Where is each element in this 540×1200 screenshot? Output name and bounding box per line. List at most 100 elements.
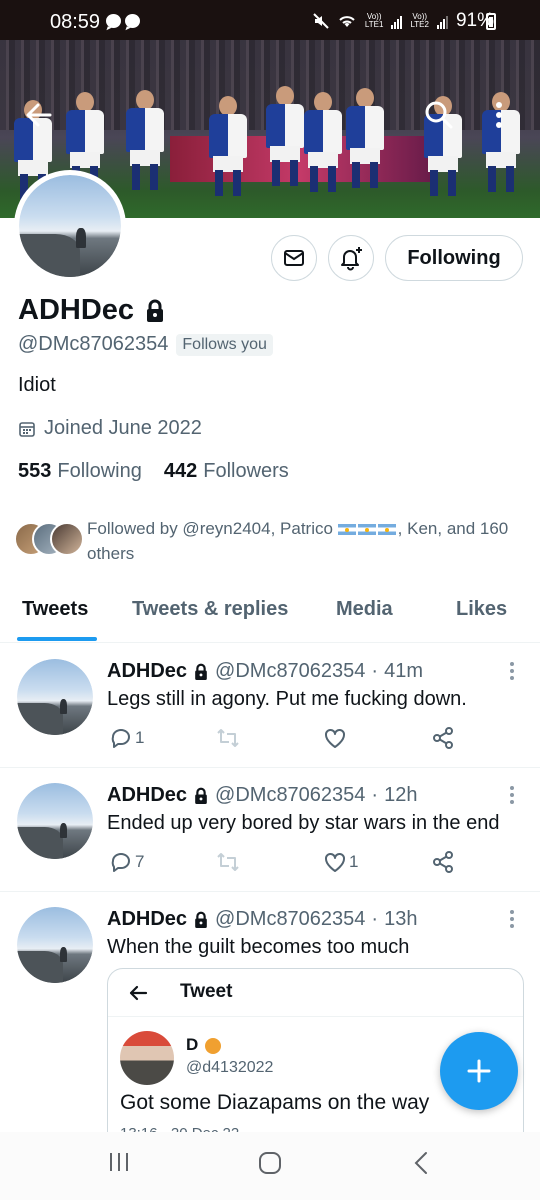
like-button[interactable] <box>323 726 349 750</box>
tweet-more-button[interactable] <box>505 784 519 806</box>
tab-tweets[interactable]: Tweets <box>22 598 88 621</box>
lion-emoji-icon <box>205 1037 222 1054</box>
separator-dot: · <box>371 784 379 806</box>
notifications-button[interactable] <box>328 235 374 281</box>
tab-media[interactable]: Media <box>336 598 393 621</box>
lock-icon <box>195 663 207 680</box>
quote-title: Tweet <box>180 981 233 1002</box>
vertical-ellipsis-icon <box>510 786 514 804</box>
banner-player <box>342 88 388 188</box>
profile-handle: @DMc87062354 <box>18 333 169 355</box>
following-button[interactable]: Following <box>385 235 523 281</box>
vertical-ellipsis-icon <box>496 102 502 128</box>
tab-tweets-replies[interactable]: Tweets & replies <box>132 598 288 621</box>
tweet-avatar[interactable] <box>17 907 93 983</box>
vertical-ellipsis-icon <box>510 910 514 928</box>
more-options-button[interactable] <box>494 100 514 134</box>
lock-icon <box>195 911 207 928</box>
argentina-flag-icon <box>377 524 396 536</box>
reply-icon <box>111 853 130 872</box>
heart-icon <box>325 852 345 872</box>
mute-icon <box>313 13 329 29</box>
tab-likes[interactable]: Likes <box>456 598 507 621</box>
followed-by[interactable]: Followed by @reyn2404, Patrico , Ken, an… <box>14 514 524 564</box>
like-button[interactable]: 1 <box>323 850 358 874</box>
tweet-time: 41m <box>384 660 423 682</box>
quoted-handle: @d4132022 <box>186 1059 274 1076</box>
quoted-author-name: D <box>186 1035 222 1055</box>
recent-apps-button[interactable] <box>107 1150 131 1179</box>
tweet-author-name: ADHDec <box>107 908 188 930</box>
sim1-label: Vo)) LTE1 <box>364 12 384 29</box>
lock-icon <box>147 299 164 322</box>
following-count-link[interactable]: 553 Following <box>18 460 142 483</box>
arrow-left-icon <box>26 103 52 127</box>
tweet-handle: @DMc87062354 <box>215 908 366 930</box>
followers-count-link[interactable]: 442 Followers <box>164 460 289 483</box>
separator-dot: · <box>371 660 379 682</box>
back-button[interactable] <box>24 100 58 134</box>
signal-bars-icon <box>436 13 448 29</box>
share-icon <box>433 851 453 873</box>
profile-bio: Idiot <box>18 374 56 396</box>
reply-button[interactable]: 1 <box>109 726 144 750</box>
status-time: 08:59 <box>50 11 101 33</box>
follow-counts: 553 Following 442 Followers <box>18 460 289 483</box>
heart-icon <box>325 728 345 748</box>
search-icon <box>425 101 453 129</box>
tweet-text: Legs still in agony. Put me fucking down… <box>107 688 467 710</box>
message-button[interactable] <box>271 235 317 281</box>
active-tab-indicator <box>17 637 97 641</box>
chevron-left-icon <box>414 1152 427 1174</box>
signal-bars-icon <box>391 13 403 29</box>
tweet-actions: 7 1 <box>107 850 467 876</box>
tweet-more-button[interactable] <box>505 660 519 682</box>
tweet-author-name: ADHDec <box>107 660 188 682</box>
compose-tweet-button[interactable] <box>440 1032 518 1110</box>
tweet-handle: @DMc87062354 <box>215 784 366 806</box>
tweet-avatar[interactable] <box>17 783 93 859</box>
retweet-button[interactable] <box>215 726 241 750</box>
tweet-time: 12h <box>384 784 418 806</box>
argentina-flag-icon <box>357 524 376 536</box>
profile-display-name: ADHDec <box>18 294 166 327</box>
chat-bubble-icon <box>106 14 121 28</box>
status-icons: Vo)) LTE1 Vo)) LTE2 91% <box>313 10 494 32</box>
envelope-icon <box>284 250 304 266</box>
tweet[interactable]: ADHDec @DMc87062354 · 41m Legs still in … <box>0 644 540 768</box>
plus-icon <box>467 1059 491 1083</box>
bell-plus-icon <box>341 247 362 271</box>
profile-avatar[interactable] <box>14 170 126 282</box>
tweet-text: Ended up very bored by star wars in the … <box>107 812 500 834</box>
banner-player <box>205 96 251 196</box>
banner-player <box>300 92 346 192</box>
reply-button[interactable]: 7 <box>109 850 144 874</box>
home-button[interactable] <box>257 1150 283 1181</box>
vertical-ellipsis-icon <box>510 662 514 680</box>
retweet-icon <box>217 853 239 871</box>
quote-header: Tweet <box>108 969 523 1017</box>
system-navigation-bar <box>0 1132 540 1200</box>
retweet-icon <box>217 729 239 747</box>
joined-text: Joined June 2022 <box>44 417 202 439</box>
system-back-button[interactable] <box>410 1150 434 1181</box>
share-button[interactable] <box>431 726 455 750</box>
status-bar: 08:59 Vo)) LTE1 Vo)) LTE2 91% <box>0 0 540 40</box>
tweet-avatar[interactable] <box>17 659 93 735</box>
share-icon <box>433 727 453 749</box>
tweet-author-name: ADHDec <box>107 784 188 806</box>
display-name-text: ADHDec <box>18 294 135 326</box>
recent-apps-icon <box>110 1153 128 1171</box>
tweet-header: ADHDec @DMc87062354 · 12h <box>107 784 417 807</box>
profile-tabs: Tweets Tweets & replies Media Likes <box>0 590 540 643</box>
tweet-header: ADHDec @DMc87062354 · 41m <box>107 660 423 683</box>
retweet-button[interactable] <box>215 850 241 874</box>
search-button[interactable] <box>424 100 454 130</box>
tweet-more-button[interactable] <box>505 908 519 930</box>
calendar-icon <box>19 421 35 437</box>
follows-you-badge: Follows you <box>176 333 273 356</box>
tweet[interactable]: ADHDec @DMc87062354 · 12h Ended up very … <box>0 768 540 892</box>
lock-icon <box>195 787 207 804</box>
tweet-text: When the guilt becomes too much <box>107 936 410 958</box>
share-button[interactable] <box>431 850 455 874</box>
